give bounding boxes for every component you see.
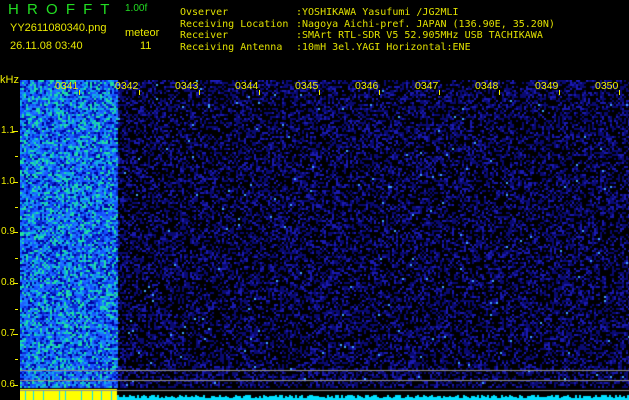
y-minor-tick — [15, 308, 18, 310]
x-tick-mark — [499, 90, 500, 95]
y-minor-tick — [15, 359, 18, 361]
x-tick-label: 0346 — [355, 80, 379, 92]
x-tick-label: 0350 — [595, 80, 619, 92]
info-label: Receiving Location — [180, 18, 289, 30]
info-value: :YOSHIKAWA Yasufumi /JG2MLI — [296, 7, 459, 18]
x-tick-label: 0348 — [475, 80, 499, 92]
info-labels: Ovserver Receiving Location Receiver Rec… — [180, 7, 288, 53]
y-tick-mark — [13, 130, 18, 132]
x-tick-label: 0344 — [235, 80, 259, 92]
x-tick-mark — [259, 90, 260, 95]
info-values: :YOSHIKAWA Yasufumi /JG2MLI :Nagoya Aich… — [296, 7, 555, 53]
info-label: Receiving Antenna — [180, 41, 283, 53]
x-tick-label: 0347 — [415, 80, 439, 92]
x-tick-label: 0345 — [295, 80, 319, 92]
x-tick-label: 0342 — [115, 80, 139, 92]
info-label: Ovserver — [180, 7, 229, 18]
app-version: 1.00f — [125, 3, 148, 14]
x-tick-mark — [139, 90, 140, 95]
y-tick-mark — [13, 232, 18, 234]
spectrogram — [20, 80, 629, 400]
x-tick-mark — [199, 90, 200, 95]
info-value: :Nagoya Aichi-pref. JAPAN (136.90E, 35.2… — [296, 18, 555, 30]
x-tick-mark — [619, 90, 620, 95]
y-tick-mark — [13, 333, 18, 335]
hrofft-window: H R O F F T 1.00f YY2611080340.png 26.11… — [0, 0, 629, 400]
y-minor-tick — [15, 206, 18, 208]
y-tick-mark — [13, 384, 18, 386]
x-tick-mark — [439, 90, 440, 95]
info-value: :SMArt RTL-SDR V5 52.905MHz USB TACHIKAW… — [296, 30, 543, 41]
x-tick-label: 0343 — [175, 80, 199, 92]
x-tick-mark — [319, 90, 320, 95]
file-name: YY2611080340.png — [10, 22, 107, 34]
y-tick-mark — [13, 181, 18, 183]
meteor-count: 11 — [140, 40, 152, 52]
y-tick-mark — [13, 283, 18, 285]
y-axis-unit: kHz — [0, 74, 19, 86]
x-tick-mark — [79, 90, 80, 95]
x-tick-label: 0349 — [535, 80, 559, 92]
info-label: Receiver — [180, 30, 229, 41]
x-tick-mark — [559, 90, 560, 95]
y-minor-tick — [15, 257, 18, 259]
app-title: H R O F F T — [8, 1, 112, 18]
x-tick-mark — [379, 90, 380, 95]
x-tick-label: 0341 — [55, 80, 79, 92]
y-minor-tick — [15, 156, 18, 158]
info-value: :10mH 3el.YAGI Horizontal:ENE — [296, 41, 471, 53]
meteor-label: meteor — [125, 27, 160, 39]
file-datetime: 26.11.08 03:40 — [10, 40, 83, 52]
